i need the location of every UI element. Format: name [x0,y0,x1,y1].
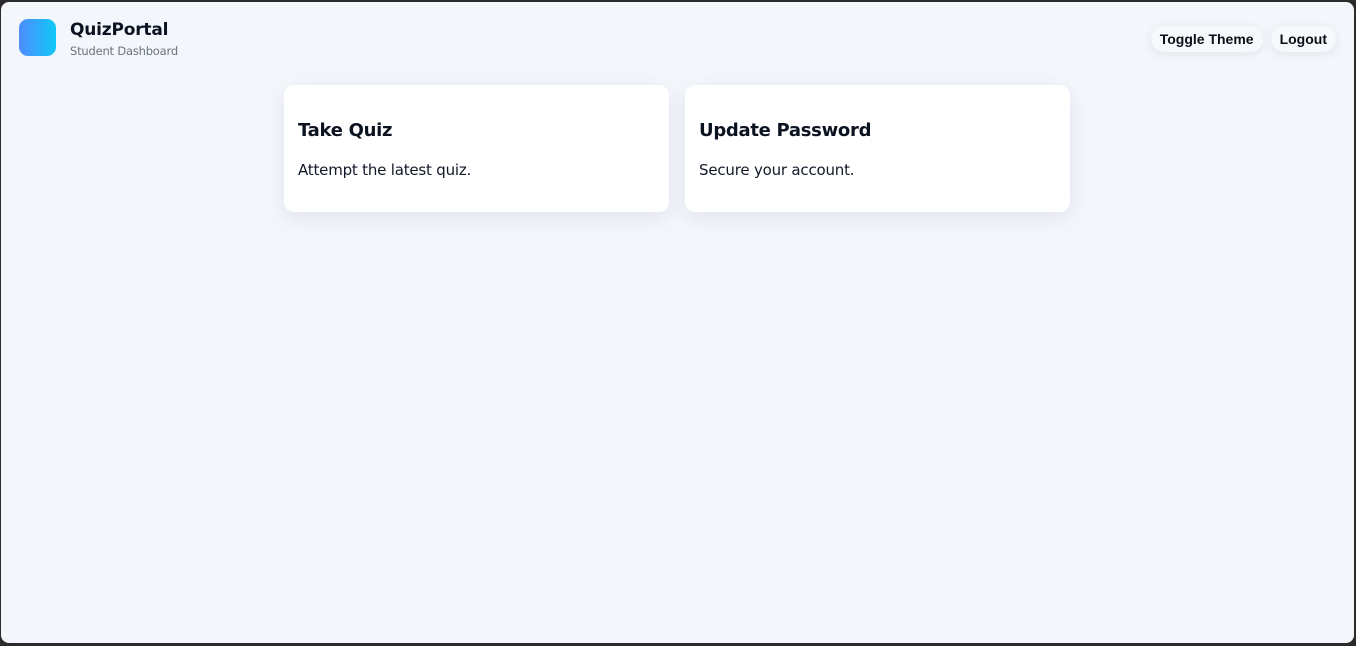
app-subtitle: Student Dashboard [70,44,178,58]
app-logo-icon [19,19,56,56]
update-password-card[interactable]: Update Password Secure your account. [685,85,1070,212]
card-description: Secure your account. [699,161,855,179]
header-actions: Toggle Theme Logout [1150,26,1336,52]
card-title: Update Password [699,120,872,141]
logout-button[interactable]: Logout [1270,26,1336,52]
top-bar: QuizPortal Student Dashboard Toggle Them… [1,2,1354,74]
app-title: QuizPortal [70,20,169,40]
card-description: Attempt the latest quiz. [298,161,472,179]
toggle-theme-button[interactable]: Toggle Theme [1150,26,1263,52]
app-window: QuizPortal Student Dashboard Toggle Them… [1,2,1354,643]
card-title: Take Quiz [298,120,393,141]
dashboard-cards: Take Quiz Attempt the latest quiz. Updat… [284,85,1070,212]
take-quiz-card[interactable]: Take Quiz Attempt the latest quiz. [284,85,669,212]
